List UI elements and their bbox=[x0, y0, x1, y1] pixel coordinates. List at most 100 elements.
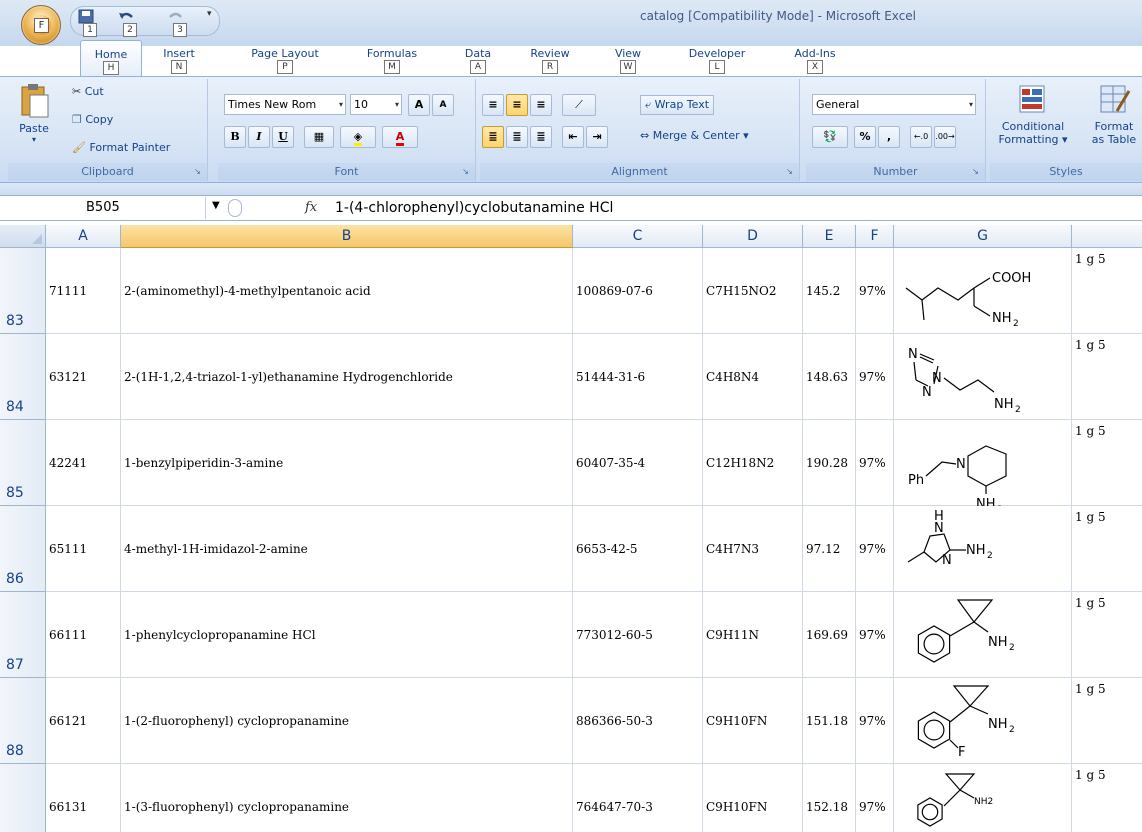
select-all-button[interactable] bbox=[0, 225, 46, 248]
cell-cas[interactable]: 100869-07-6 bbox=[573, 248, 703, 334]
row-header[interactable]: 88 bbox=[0, 678, 46, 764]
worksheet-grid[interactable]: A B C D E F G 83 71111 2-(aminomethyl)-4-m… bbox=[0, 225, 1142, 832]
row-header[interactable] bbox=[0, 764, 46, 832]
row-header[interactable]: 87 bbox=[0, 592, 46, 678]
column-header-c[interactable]: C bbox=[573, 225, 703, 248]
bold-button[interactable]: B bbox=[224, 126, 246, 148]
cell-mw[interactable]: 151.18 bbox=[803, 678, 856, 764]
qat-customize-icon[interactable]: ▾ bbox=[207, 9, 212, 19]
redo-button[interactable]: 3 bbox=[167, 9, 189, 37]
comma-button[interactable]: , bbox=[878, 126, 900, 148]
column-header-b[interactable]: B bbox=[121, 225, 573, 248]
row-header[interactable]: 84 bbox=[0, 334, 46, 420]
shrink-font-button[interactable]: A bbox=[432, 94, 454, 116]
fill-color-button[interactable]: ◈ bbox=[340, 126, 376, 148]
conditional-formatting-button[interactable]: Conditional Formatting ▾ bbox=[990, 83, 1076, 146]
cut-button[interactable]: ✂ Cut bbox=[72, 85, 104, 98]
cell-purity[interactable]: 97% bbox=[856, 678, 894, 764]
cell-formula[interactable]: C9H10FN bbox=[703, 678, 803, 764]
align-top-button[interactable]: ≡ bbox=[482, 94, 504, 116]
cell-purity[interactable]: 97% bbox=[856, 248, 894, 334]
cell-structure[interactable]: H N N NH 2 bbox=[894, 506, 1072, 592]
cell-id[interactable]: 66121 bbox=[46, 678, 121, 764]
font-name-combo[interactable]: Times New Rom ▾ bbox=[224, 94, 346, 115]
grow-font-button[interactable]: A bbox=[408, 94, 430, 116]
accounting-format-button[interactable]: 💱 bbox=[812, 126, 848, 148]
merge-center-button[interactable]: ⇔ Merge & Center ▾ bbox=[640, 129, 749, 142]
cell-name[interactable]: 1-(2-fluorophenyl) cyclopropanamine bbox=[121, 678, 573, 764]
row-header[interactable]: 83 bbox=[0, 248, 46, 334]
font-launcher-icon[interactable]: ↘ bbox=[460, 167, 471, 178]
cell-name[interactable]: 1-(3-fluorophenyl) cyclopropanamine bbox=[121, 764, 573, 832]
cell-pack[interactable]: 1 g 5 bbox=[1072, 248, 1142, 334]
cell-mw[interactable]: 97.12 bbox=[803, 506, 856, 592]
cell-formula[interactable]: C4H7N3 bbox=[703, 506, 803, 592]
cell-pack[interactable]: 1 g 5 bbox=[1072, 764, 1142, 832]
insert-function-button[interactable]: fx bbox=[305, 197, 317, 219]
column-header-g[interactable]: G bbox=[894, 225, 1072, 248]
column-header-d[interactable]: D bbox=[703, 225, 803, 248]
column-header-e[interactable]: E bbox=[803, 225, 856, 248]
save-button[interactable]: 1 bbox=[77, 9, 99, 37]
column-header-f[interactable]: F bbox=[856, 225, 894, 248]
tab-page-layout[interactable]: Page Layout P bbox=[240, 40, 330, 76]
decrease-decimal-button[interactable]: .00→ bbox=[934, 126, 956, 148]
cell-id[interactable]: 66111 bbox=[46, 592, 121, 678]
cell-id[interactable]: 42241 bbox=[46, 420, 121, 506]
cell-name[interactable]: 2-(aminomethyl)-4-methylpentanoic acid bbox=[121, 248, 573, 334]
cell-formula[interactable]: C9H10FN bbox=[703, 764, 803, 832]
wrap-text-button[interactable]: ⤶ Wrap Text bbox=[640, 95, 715, 115]
tab-insert[interactable]: Insert N bbox=[150, 40, 208, 76]
cell-structure[interactable]: N N N NH 2 bbox=[894, 334, 1072, 420]
align-left-button[interactable]: ≣ bbox=[482, 126, 504, 148]
cell-id[interactable]: 71111 bbox=[46, 248, 121, 334]
alignment-launcher-icon[interactable]: ↘ bbox=[784, 167, 795, 178]
undo-button[interactable]: 2 bbox=[117, 9, 139, 37]
cell-pack[interactable]: 1 g 5 bbox=[1072, 506, 1142, 592]
cell-cas[interactable]: 773012-60-5 bbox=[573, 592, 703, 678]
cell-pack[interactable]: 1 g 5 bbox=[1072, 592, 1142, 678]
cell-id[interactable]: 65111 bbox=[46, 506, 121, 592]
font-size-combo[interactable]: 10 ▾ bbox=[350, 94, 402, 115]
clipboard-launcher-icon[interactable]: ↘ bbox=[192, 167, 203, 178]
increase-decimal-button[interactable]: ←.0 bbox=[910, 126, 932, 148]
tab-add-ins[interactable]: Add-Ins X bbox=[782, 40, 848, 76]
orientation-button[interactable]: ⟋ bbox=[562, 94, 596, 116]
row-header[interactable]: 85 bbox=[0, 420, 46, 506]
cell-mw[interactable]: 145.2 bbox=[803, 248, 856, 334]
cell-mw[interactable]: 190.28 bbox=[803, 420, 856, 506]
underline-button[interactable]: U bbox=[272, 126, 294, 148]
cell-structure[interactable]: COOH NH 2 bbox=[894, 248, 1072, 334]
cell-formula[interactable]: C12H18N2 bbox=[703, 420, 803, 506]
cell-cas[interactable]: 6653-42-5 bbox=[573, 506, 703, 592]
align-bottom-button[interactable]: ≡ bbox=[530, 94, 552, 116]
cell-formula[interactable]: C9H11N bbox=[703, 592, 803, 678]
paste-button[interactable]: Paste ▾ bbox=[14, 83, 54, 153]
cell-name[interactable]: 2-(1H-1,2,4-triazol-1-yl)ethanamine Hydr… bbox=[121, 334, 573, 420]
italic-button[interactable]: I bbox=[248, 126, 270, 148]
row-header[interactable]: 86 bbox=[0, 506, 46, 592]
cell-mw[interactable]: 152.18 bbox=[803, 764, 856, 832]
office-button[interactable]: F bbox=[21, 5, 61, 45]
formula-input[interactable]: 1-(4-chlorophenyl)cyclobutanamine HCl bbox=[335, 197, 1135, 219]
align-center-button[interactable]: ≣ bbox=[506, 126, 528, 148]
column-header-next[interactable] bbox=[1072, 225, 1142, 248]
copy-button[interactable]: ❐ Copy bbox=[72, 113, 113, 126]
cell-pack[interactable]: 1 g 5 bbox=[1072, 678, 1142, 764]
align-middle-button[interactable]: ≡ bbox=[506, 94, 528, 116]
cell-id[interactable]: 63121 bbox=[46, 334, 121, 420]
cell-name[interactable]: 1-phenylcyclopropanamine HCl bbox=[121, 592, 573, 678]
cell-id[interactable]: 66131 bbox=[46, 764, 121, 832]
tab-data[interactable]: Data A bbox=[455, 40, 501, 76]
cell-structure[interactable]: NH2 bbox=[894, 592, 1072, 678]
number-launcher-icon[interactable]: ↘ bbox=[970, 167, 981, 178]
cell-cas[interactable]: 886366-50-3 bbox=[573, 678, 703, 764]
cell-cas[interactable]: 60407-35-4 bbox=[573, 420, 703, 506]
increase-indent-button[interactable]: ⇥ bbox=[586, 126, 608, 148]
cell-purity[interactable]: 97% bbox=[856, 764, 894, 832]
cell-pack[interactable]: 1 g 5 bbox=[1072, 334, 1142, 420]
cell-structure[interactable]: PhNNH2 bbox=[894, 420, 1072, 506]
format-painter-button[interactable]: 🖌 Format Painter bbox=[72, 141, 170, 154]
cell-cas[interactable]: 51444-31-6 bbox=[573, 334, 703, 420]
cell-name[interactable]: 4-methyl-1H-imidazol-2-amine bbox=[121, 506, 573, 592]
